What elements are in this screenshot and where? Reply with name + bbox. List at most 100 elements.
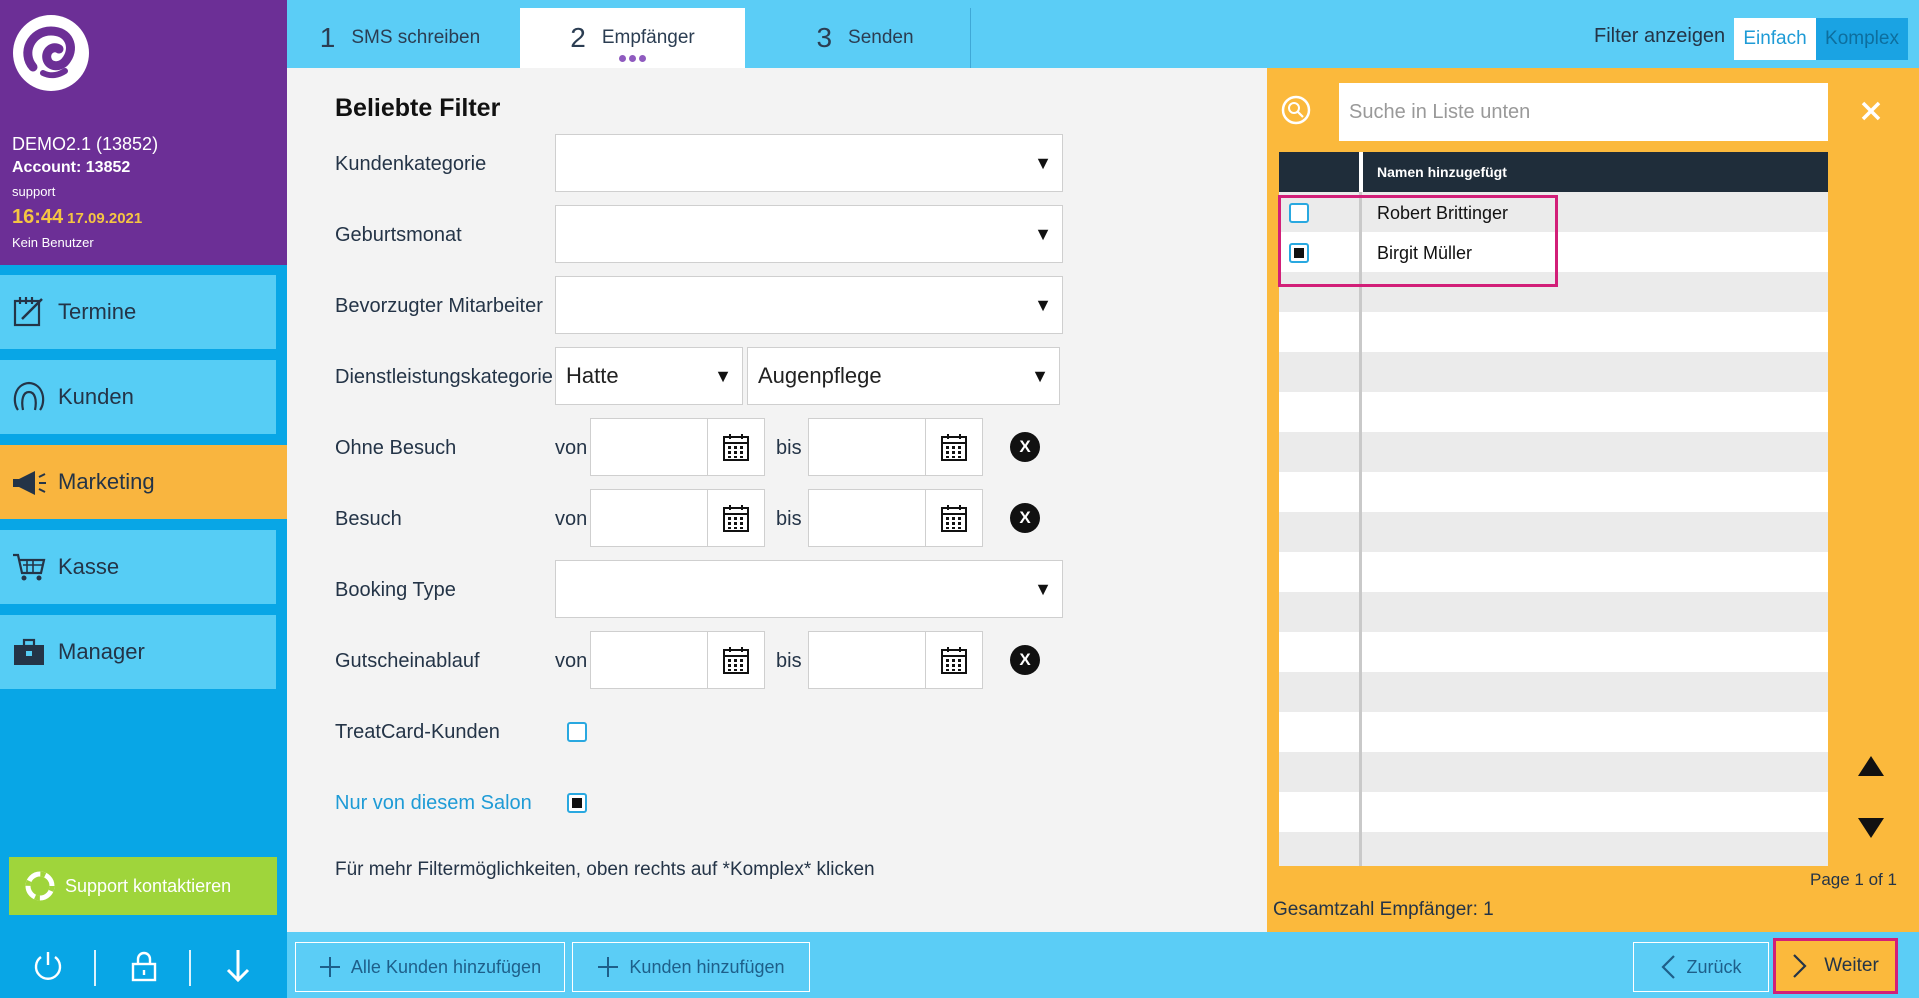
next-button[interactable]: Weiter: [1773, 938, 1898, 994]
calendar-icon[interactable]: [707, 418, 765, 476]
besuch-to-input[interactable]: [808, 489, 926, 547]
calendar-icon[interactable]: [707, 631, 765, 689]
booking-type-select[interactable]: ▼: [555, 560, 1063, 618]
treatcard-checkbox[interactable]: [567, 722, 587, 742]
von-label: von: [555, 650, 588, 672]
row-checkbox[interactable]: [1289, 203, 1309, 223]
list-header: Namen hinzugefügt: [1279, 152, 1828, 192]
kundenkategorie-select[interactable]: ▼: [555, 134, 1063, 192]
calendar-icon[interactable]: [925, 418, 983, 476]
support-label: Support kontaktieren: [65, 875, 232, 896]
plus-icon: [597, 956, 619, 978]
arrow-down-icon[interactable]: [218, 946, 258, 986]
dropdown-arrow-icon: ▼: [1031, 365, 1049, 386]
dropdown-arrow-icon: ▼: [714, 365, 732, 386]
nav-item-marketing[interactable]: Marketing: [0, 445, 287, 519]
nav-item-label: Marketing: [58, 469, 155, 494]
tab-senden[interactable]: 3 Senden: [765, 8, 965, 68]
account-id: Account: 13852: [12, 159, 131, 176]
select-value: Hatte: [566, 363, 619, 388]
clear-ohne-besuch-button[interactable]: X: [1010, 432, 1040, 462]
add-all-customers-button[interactable]: Alle Kunden hinzufügen: [295, 942, 565, 992]
bis-label: bis: [776, 508, 802, 530]
close-icon[interactable]: [1856, 96, 1886, 126]
treatcard-label: TreatCard-Kunden: [335, 721, 500, 743]
divider: [1359, 192, 1362, 866]
add-customers-button[interactable]: Kunden hinzufügen: [572, 942, 810, 992]
recipient-name: Birgit Müller: [1377, 243, 1473, 263]
chevron-left-icon: [1660, 954, 1676, 980]
recipient-panel: Namen hinzugefügt Robert Brittinger Birg…: [1267, 68, 1919, 932]
dienstleistung-label: Dienstleistungskategorie: [335, 366, 553, 388]
step-number: 2: [570, 22, 586, 53]
clear-gutschein-button[interactable]: X: [1010, 645, 1040, 675]
besuch-from-input[interactable]: [590, 489, 708, 547]
dropdown-arrow-icon: ▼: [1034, 294, 1052, 315]
bis-label: bis: [776, 650, 802, 672]
von-label: von: [555, 508, 588, 530]
filter-mode-label: Filter anzeigen: [1594, 25, 1726, 47]
customer-head-icon: [0, 380, 58, 414]
filter-mode-simple-button[interactable]: Einfach: [1734, 18, 1816, 60]
gutschein-to-input[interactable]: [808, 631, 926, 689]
cart-icon: [0, 551, 58, 583]
ohne-besuch-from-input[interactable]: [590, 418, 708, 476]
button-label: Alle Kunden hinzufügen: [350, 956, 542, 977]
select-value: Augenpflege: [758, 363, 882, 388]
calendar-icon[interactable]: [925, 631, 983, 689]
briefcase-icon: [0, 637, 58, 667]
account-panel: DEMO2.1 (13852) Account: 13852 support 1…: [0, 0, 287, 265]
support-button[interactable]: Support kontaktieren: [9, 857, 277, 915]
besuch-label: Besuch: [335, 508, 402, 530]
mitarbeiter-select[interactable]: ▼: [555, 276, 1063, 334]
clock-time: 16:44: [12, 206, 64, 228]
nav-item-kasse[interactable]: Kasse: [0, 530, 276, 604]
nav-item-termine[interactable]: Termine: [0, 275, 276, 349]
nur-salon-checkbox[interactable]: [567, 793, 587, 813]
sidebar-footer: [0, 938, 287, 998]
dienstleistung-mode-select[interactable]: Hatte ▼: [555, 347, 743, 405]
divider: [1359, 152, 1363, 192]
mitarbeiter-label: Bevorzugter Mitarbeiter: [335, 295, 543, 317]
recipient-list: Namen hinzugefügt Robert Brittinger Birg…: [1279, 152, 1828, 866]
scroll-down-icon[interactable]: [1856, 816, 1886, 845]
geburtsmonat-select[interactable]: ▼: [555, 205, 1063, 263]
power-icon[interactable]: [28, 946, 68, 986]
calendar-icon[interactable]: [707, 489, 765, 547]
von-label: von: [555, 437, 588, 459]
gutschein-label: Gutscheinablauf: [335, 650, 480, 672]
active-step-dots: [618, 55, 646, 62]
kundenkategorie-label: Kundenkategorie: [335, 153, 487, 175]
step-number: 1: [319, 22, 336, 53]
nav-item-manager[interactable]: Manager: [0, 615, 276, 689]
back-button[interactable]: Zurück: [1633, 942, 1769, 992]
button-label: Kunden hinzufügen: [629, 956, 785, 977]
recipient-search-input[interactable]: [1339, 83, 1828, 141]
tab-sms-schreiben[interactable]: 1 SMS schreiben: [300, 8, 500, 68]
nav-item-kunden[interactable]: Kunden: [0, 360, 276, 434]
scroll-up-icon[interactable]: [1856, 754, 1886, 783]
wizard-header: 1 SMS schreiben 2 Empfänger 3 Senden Fil…: [287, 0, 1919, 68]
page-indicator: Page 1 of 1: [1810, 870, 1897, 889]
filter-panel: Beliebte Filter Kundenkategorie ▼ Geburt…: [287, 68, 1267, 932]
calendar-icon[interactable]: [925, 489, 983, 547]
ohne-besuch-to-input[interactable]: [808, 418, 926, 476]
step-label: Senden: [848, 27, 914, 48]
recipient-name: Robert Brittinger: [1377, 203, 1509, 223]
filter-mode-complex-button[interactable]: Komplex: [1816, 18, 1908, 60]
current-user: Kein Benutzer: [12, 235, 94, 250]
tab-empfaenger[interactable]: 2 Empfänger: [520, 8, 745, 68]
chevron-right-icon: [1792, 953, 1808, 979]
gutschein-from-input[interactable]: [590, 631, 708, 689]
booking-type-label: Booking Type: [335, 579, 456, 601]
sidebar: DEMO2.1 (13852) Account: 13852 support 1…: [0, 0, 287, 998]
nav-item-label: Termine: [58, 299, 137, 324]
dienstleistung-category-select[interactable]: Augenpflege ▼: [747, 347, 1060, 405]
clear-besuch-button[interactable]: X: [1010, 503, 1040, 533]
ohne-besuch-label: Ohne Besuch: [335, 437, 457, 459]
nur-salon-label: Nur von diesem Salon: [335, 792, 532, 814]
filter-hint: Für mehr Filtermöglichkeiten, oben recht…: [335, 859, 875, 880]
row-checkbox[interactable]: [1289, 243, 1309, 263]
search-icon: [1280, 94, 1314, 133]
lock-icon[interactable]: [124, 946, 164, 986]
